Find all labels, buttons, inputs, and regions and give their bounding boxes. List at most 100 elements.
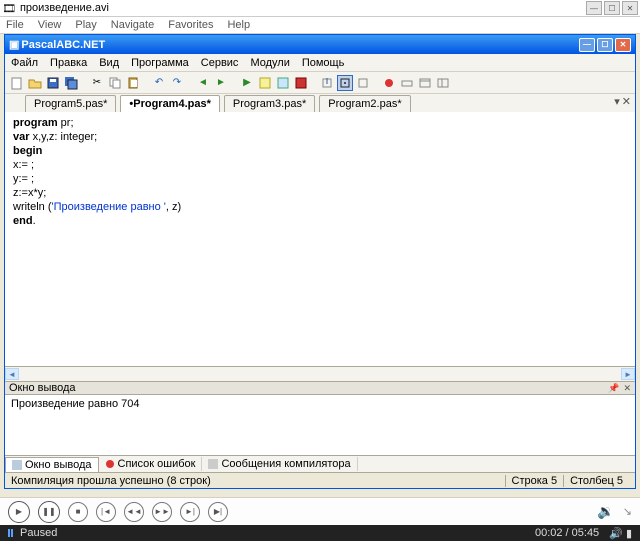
- outer-maximize-button[interactable]: ☐: [604, 1, 620, 15]
- toolbar-separator: [81, 75, 87, 91]
- output-tab-output[interactable]: Окно вывода: [5, 457, 99, 472]
- tab-program2[interactable]: Program2.pas*: [319, 95, 410, 112]
- code-keyword: var: [13, 131, 30, 143]
- step-over-icon[interactable]: [337, 75, 353, 91]
- redo-icon[interactable]: ↷: [169, 75, 185, 91]
- next-track-button[interactable]: ►|: [180, 502, 200, 522]
- save-all-icon[interactable]: [63, 75, 79, 91]
- menu-item-program[interactable]: Программа: [131, 57, 189, 69]
- player-menu-icon[interactable]: 🔊 ▮: [609, 527, 632, 540]
- cut-icon[interactable]: ✂: [89, 75, 105, 91]
- scroll-left-icon[interactable]: ◄: [5, 368, 19, 380]
- nav-forward-icon[interactable]: ►: [213, 75, 229, 91]
- horizontal-scrollbar[interactable]: ◄ ►: [5, 367, 635, 381]
- pascal-window: ▣ PascalABC.NET — ☐ ✕ Файл Правка Вид Пр…: [4, 34, 636, 489]
- menu-file[interactable]: File: [6, 19, 24, 31]
- menu-favorites[interactable]: Favorites: [168, 19, 213, 31]
- player-time: 00:02 / 05:45: [535, 527, 599, 539]
- compiler-tab-icon: [208, 459, 218, 469]
- menu-navigate[interactable]: Navigate: [111, 19, 154, 31]
- compile-icon[interactable]: [257, 75, 273, 91]
- error-tab-icon: [105, 459, 115, 469]
- nav-back-icon[interactable]: ◄: [195, 75, 211, 91]
- code-keyword: program: [13, 117, 58, 129]
- code-keyword: begin: [13, 145, 42, 157]
- output-tabs: Окно вывода Список ошибок Сообщения комп…: [5, 455, 635, 472]
- menu-item-file[interactable]: Файл: [11, 57, 38, 69]
- pause-button[interactable]: ❚❚: [38, 501, 60, 523]
- mute-icon[interactable]: ↘: [623, 505, 632, 518]
- menu-item-modules[interactable]: Модули: [250, 57, 289, 69]
- copy-icon[interactable]: [107, 75, 123, 91]
- inner-window-title: PascalABC.NET: [19, 39, 577, 51]
- output-tab-icon: [12, 460, 22, 470]
- breakpoint-icon[interactable]: [381, 75, 397, 91]
- tab-program4[interactable]: •Program4.pas*: [120, 95, 220, 112]
- prev-track-button[interactable]: |◄: [96, 502, 116, 522]
- player-state: Paused: [20, 527, 535, 539]
- player-gap: [0, 489, 640, 497]
- outer-minimize-button[interactable]: —: [586, 1, 602, 15]
- code-editor[interactable]: program pr; var x,y,z: integer; begin x:…: [5, 112, 635, 367]
- stop-icon[interactable]: [293, 75, 309, 91]
- inner-menu-bar: Файл Правка Вид Программа Сервис Модули …: [5, 54, 635, 72]
- output-panel-header: Окно вывода 📌 ✕: [5, 381, 635, 395]
- forward-button[interactable]: ►►: [152, 502, 172, 522]
- toolbar-separator: [373, 75, 379, 91]
- pin-icon[interactable]: 📌: [608, 383, 619, 394]
- run-icon[interactable]: ▶: [239, 75, 255, 91]
- tab-close-icon[interactable]: ✕: [622, 95, 631, 108]
- inner-titlebar: ▣ PascalABC.NET — ☐ ✕: [5, 35, 635, 54]
- status-bar: Компиляция прошла успешно (8 строк) Стро…: [5, 472, 635, 488]
- output-panel-body: Произведение равно 704: [5, 395, 635, 455]
- volume-icon[interactable]: 🔉: [597, 503, 614, 520]
- step-into-icon[interactable]: [319, 75, 335, 91]
- panel-icon[interactable]: [435, 75, 451, 91]
- output-tab-errors[interactable]: Список ошибок: [99, 457, 203, 471]
- open-file-icon[interactable]: [27, 75, 43, 91]
- paste-icon[interactable]: [125, 75, 141, 91]
- new-file-icon[interactable]: [9, 75, 25, 91]
- status-message: Компиляция прошла успешно (8 строк): [11, 475, 505, 487]
- play-button[interactable]: ▶: [8, 501, 30, 523]
- outer-titlebar: 🎞 произведение.avi — ☐ ✕: [0, 0, 640, 17]
- output-text: Произведение равно 704: [11, 398, 140, 410]
- menu-item-edit[interactable]: Правка: [50, 57, 87, 69]
- toolbar-separator: [231, 75, 237, 91]
- output-tab-compiler[interactable]: Сообщения компилятора: [202, 457, 357, 471]
- paused-icon: [8, 529, 16, 537]
- outer-close-button[interactable]: ✕: [622, 1, 638, 15]
- menu-play[interactable]: Play: [75, 19, 96, 31]
- rewind-button[interactable]: ◄◄: [124, 502, 144, 522]
- film-icon: 🎞: [2, 2, 16, 15]
- window-icon[interactable]: [417, 75, 433, 91]
- menu-item-view[interactable]: Вид: [99, 57, 119, 69]
- menu-item-help[interactable]: Помощь: [302, 57, 345, 69]
- inner-maximize-button[interactable]: ☐: [597, 38, 613, 52]
- menu-view[interactable]: View: [38, 19, 62, 31]
- status-line: Строка 5: [505, 475, 564, 487]
- inner-minimize-button[interactable]: —: [579, 38, 595, 52]
- step-out-icon[interactable]: [355, 75, 371, 91]
- panel-close-icon[interactable]: ✕: [623, 383, 631, 394]
- build-icon[interactable]: [275, 75, 291, 91]
- tab-program5[interactable]: Program5.pas*: [25, 95, 116, 112]
- step-frame-button[interactable]: ▶|: [208, 502, 228, 522]
- stop-button[interactable]: ■: [68, 502, 88, 522]
- save-icon[interactable]: [45, 75, 61, 91]
- menu-item-service[interactable]: Сервис: [201, 57, 239, 69]
- menu-help[interactable]: Help: [227, 19, 250, 31]
- toolbar-separator: [187, 75, 193, 91]
- player-status-bar: Paused 00:02 / 05:45 🔊 ▮: [0, 525, 640, 541]
- outer-window-title: произведение.avi: [16, 2, 584, 14]
- code-keyword: end: [13, 215, 33, 227]
- player-controls: ▶ ❚❚ ■ |◄ ◄◄ ►► ►| ▶| 🔉 ↘: [0, 497, 640, 525]
- tab-program3[interactable]: Program3.pas*: [224, 95, 315, 112]
- undo-icon[interactable]: ↶: [151, 75, 167, 91]
- toolbar-separator: [143, 75, 149, 91]
- tab-dropdown-icon[interactable]: ▾: [614, 95, 620, 108]
- outer-menu-bar: File View Play Navigate Favorites Help: [0, 17, 640, 34]
- watch-icon[interactable]: [399, 75, 415, 91]
- inner-close-button[interactable]: ✕: [615, 38, 631, 52]
- scroll-right-icon[interactable]: ►: [621, 368, 635, 380]
